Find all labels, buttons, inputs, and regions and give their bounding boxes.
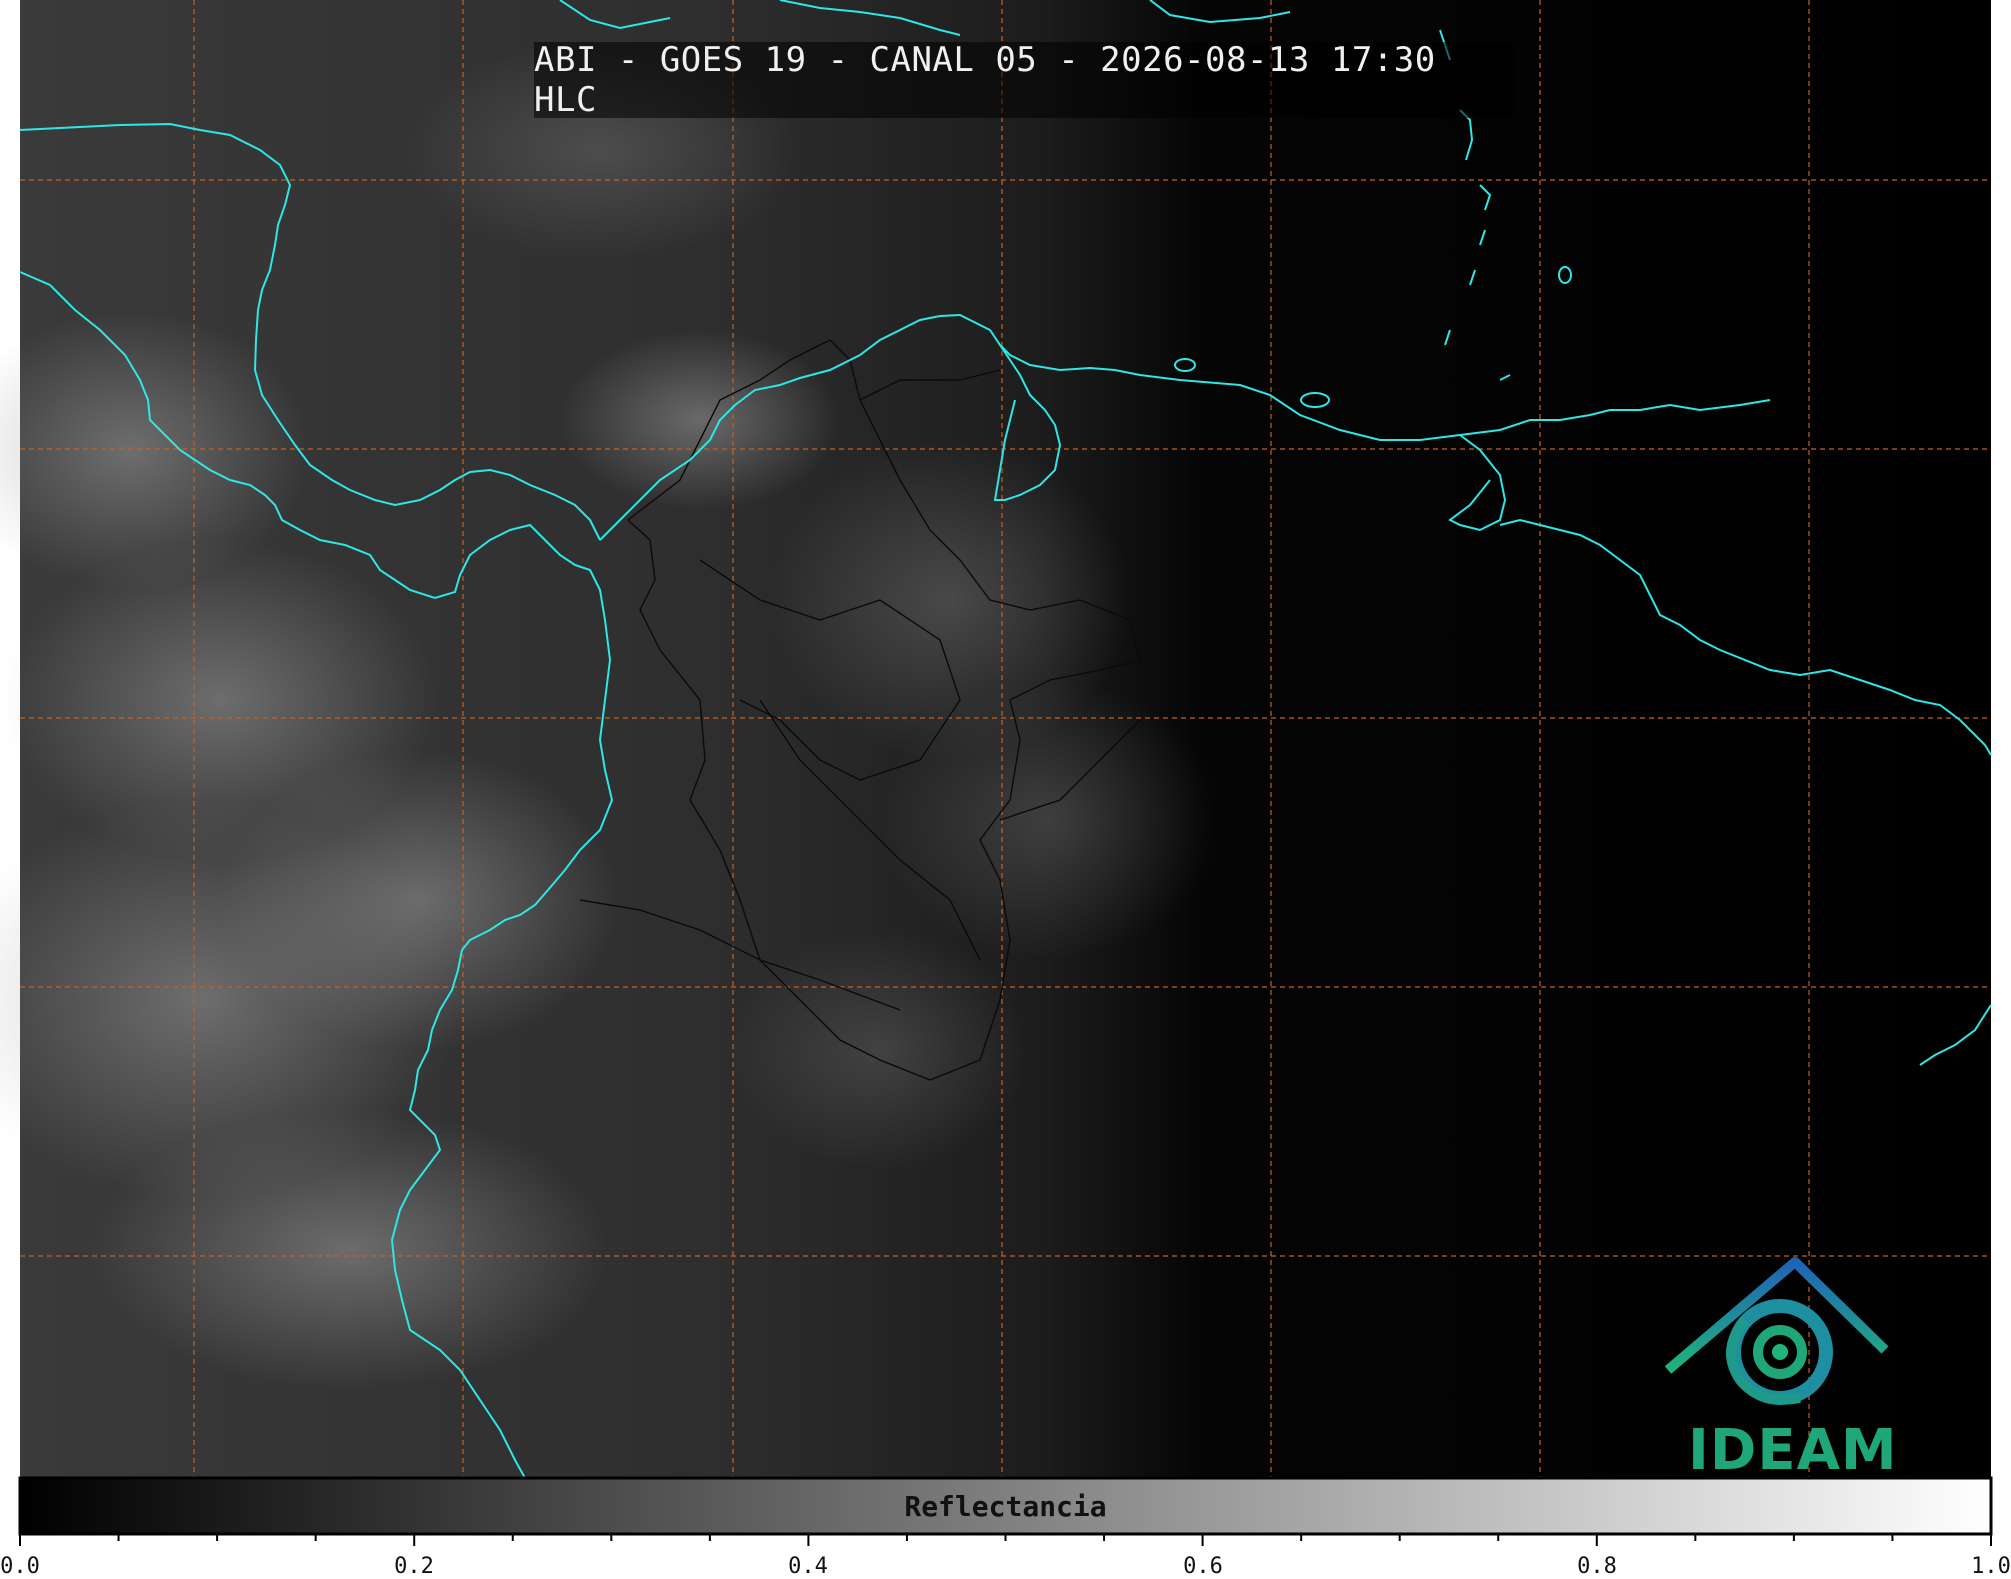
colorbar-tick-2: 0.4 <box>788 1554 828 1579</box>
map-title: ABI - GOES 19 - CANAL 05 - 2026-08-13 17… <box>534 40 1514 120</box>
satellite-map <box>0 0 1993 1546</box>
colorbar-tick-5: 1.0 <box>1971 1554 2011 1579</box>
colorbar-tick-3: 0.6 <box>1183 1554 1223 1579</box>
colorbar-label: Reflectancia <box>904 1490 1107 1523</box>
colorbar-tick-4: 0.8 <box>1577 1554 1617 1579</box>
colorbar-tick-0: 0.0 <box>0 1554 40 1579</box>
ideam-logo-text: IDEAM <box>1688 1418 1898 1483</box>
colorbar-tick-1: 0.2 <box>394 1554 434 1579</box>
